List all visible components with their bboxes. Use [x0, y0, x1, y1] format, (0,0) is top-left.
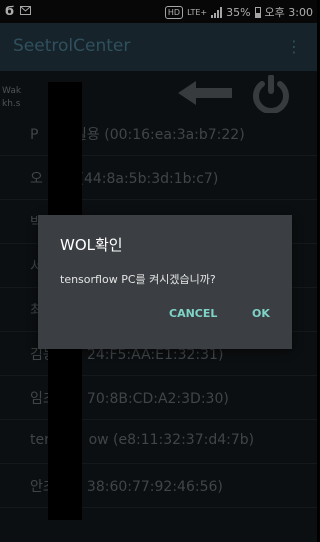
dialog-title: WOL확인	[60, 236, 123, 254]
cancel-button[interactable]: CANCEL	[169, 307, 217, 320]
dialog-message: tensorflow PC를 켜시겠습니까?	[60, 273, 216, 286]
wol-confirm-dialog: WOL확인 tensorflow PC를 켜시겠습니까? CANCEL OK	[38, 215, 292, 349]
ok-button[interactable]: OK	[252, 307, 270, 320]
